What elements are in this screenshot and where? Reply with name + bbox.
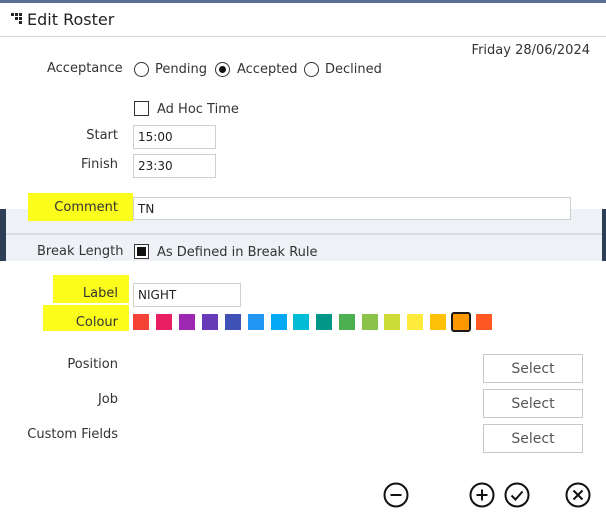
roster-date: Friday 28/06/2024 xyxy=(471,43,590,58)
window-title: Edit Roster xyxy=(27,10,115,29)
colour-swatch-deep-orange[interactable] xyxy=(476,314,492,330)
check-circle-icon[interactable] xyxy=(504,482,530,508)
colour-swatch-red[interactable] xyxy=(133,314,149,330)
title-bar[interactable]: Edit Roster xyxy=(0,3,606,37)
job-select-button[interactable]: Select xyxy=(483,389,583,418)
colour-swatch-lime[interactable] xyxy=(384,314,400,330)
colour-swatch-blue[interactable] xyxy=(248,314,264,330)
position-label: Position xyxy=(67,357,118,372)
plus-circle-icon[interactable] xyxy=(469,482,495,508)
comment-input[interactable] xyxy=(133,197,571,220)
custom-fields-label: Custom Fields xyxy=(27,427,118,442)
start-label: Start xyxy=(86,128,118,143)
position-select-button[interactable]: Select xyxy=(483,354,583,383)
colour-swatch-light-blue[interactable] xyxy=(271,314,287,330)
minus-circle-icon[interactable] xyxy=(383,482,409,508)
adhoc-label: Ad Hoc Time xyxy=(157,102,239,117)
label-field-label: Label xyxy=(82,286,118,301)
break-rule-checkbox[interactable] xyxy=(134,244,149,259)
break-length-label: Break Length xyxy=(37,244,124,259)
colour-label: Colour xyxy=(75,315,118,330)
drag-handle-icon[interactable] xyxy=(11,11,25,25)
radio-declined-label: Declined xyxy=(325,62,382,77)
label-input[interactable] xyxy=(133,283,241,307)
finish-time-input[interactable] xyxy=(133,154,216,178)
job-label: Job xyxy=(97,392,118,407)
radio-declined[interactable] xyxy=(304,62,319,77)
break-rule-label: As Defined in Break Rule xyxy=(157,245,318,260)
colour-swatch-purple[interactable] xyxy=(179,314,195,330)
finish-label: Finish xyxy=(80,157,118,172)
start-time-input[interactable] xyxy=(133,125,216,149)
radio-pending[interactable] xyxy=(134,62,149,77)
radio-accepted[interactable] xyxy=(215,62,230,77)
colour-swatch-green[interactable] xyxy=(339,314,355,330)
colour-swatch-orange-selected[interactable] xyxy=(451,312,471,332)
radio-accepted-label: Accepted xyxy=(237,62,298,77)
colour-swatch-teal[interactable] xyxy=(316,314,332,330)
radio-pending-label: Pending xyxy=(155,62,207,77)
colour-swatch-cyan[interactable] xyxy=(293,314,309,330)
acceptance-label: Acceptance xyxy=(47,61,123,76)
comment-label: Comment xyxy=(54,200,118,215)
colour-swatch-light-green[interactable] xyxy=(362,314,378,330)
close-circle-icon[interactable] xyxy=(565,482,591,508)
colour-swatch-pink[interactable] xyxy=(156,314,172,330)
colour-swatch-yellow[interactable] xyxy=(407,314,423,330)
custom-fields-select-button[interactable]: Select xyxy=(483,424,583,453)
colour-swatch-amber[interactable] xyxy=(430,314,446,330)
colour-swatch-deep-purple[interactable] xyxy=(202,314,218,330)
colour-swatch-indigo[interactable] xyxy=(225,314,241,330)
adhoc-checkbox[interactable] xyxy=(134,101,149,116)
